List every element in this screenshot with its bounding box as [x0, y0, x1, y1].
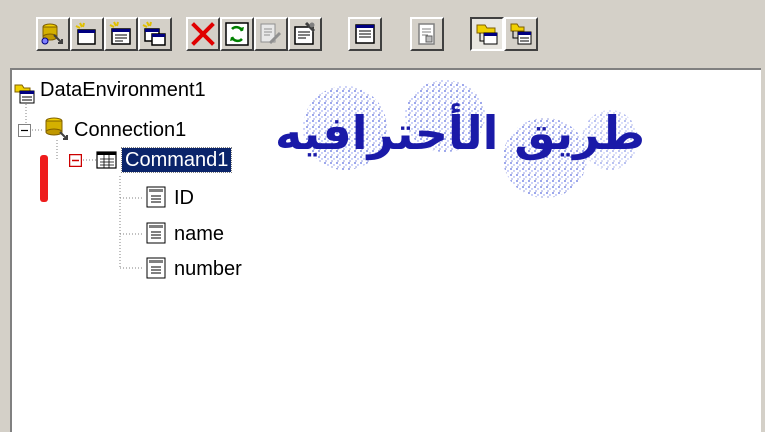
arabic-text: طريق الأحترافيه	[274, 106, 646, 160]
field-icon	[146, 186, 166, 213]
field-icon	[146, 257, 166, 284]
insert-stored-procedures-button[interactable]	[104, 17, 138, 51]
arrange-by-connections-button[interactable]	[410, 17, 444, 51]
properties-icon	[292, 21, 318, 47]
arrange-by-objects-button[interactable]	[470, 17, 504, 51]
add-command-icon	[74, 21, 100, 47]
view-code-icon	[352, 21, 378, 47]
arrange-by-connections-icon	[414, 21, 440, 47]
add-command-button[interactable]	[70, 17, 104, 51]
delete-icon	[190, 21, 216, 47]
add-connection-button[interactable]	[36, 17, 70, 51]
expand-icon	[508, 21, 534, 47]
refresh-button[interactable]	[220, 17, 254, 51]
collapse-toggle-connection[interactable]	[18, 124, 31, 142]
command-icon	[96, 150, 118, 175]
view-code-button[interactable]	[348, 17, 382, 51]
connection-icon	[44, 116, 70, 147]
field-icon	[146, 222, 166, 249]
add-connection-icon	[40, 21, 66, 47]
arrange-by-objects-icon	[474, 21, 500, 47]
properties-button[interactable]	[288, 17, 322, 51]
collapse-toggle-command[interactable]	[68, 153, 83, 172]
toolbar	[10, 0, 758, 68]
data-environment-icon	[14, 82, 36, 109]
red-marker	[40, 155, 48, 202]
tree-node-field-number[interactable]: number	[174, 257, 242, 281]
design-icon	[258, 21, 284, 47]
tree-node-data-environment[interactable]: DataEnvironment1	[40, 78, 206, 102]
tree-node-command[interactable]: Command1	[120, 147, 233, 173]
tree-node-connection[interactable]: Connection1	[74, 118, 186, 142]
tree-node-field-id[interactable]: ID	[174, 186, 194, 210]
add-child-command-button[interactable]	[138, 17, 172, 51]
tree-node-field-name[interactable]: name	[174, 222, 224, 246]
arabic-watermark: طريق الأحترافيه	[270, 78, 650, 198]
expand-button[interactable]	[504, 17, 538, 51]
design-button[interactable]	[254, 17, 288, 51]
refresh-icon	[224, 21, 250, 47]
delete-button[interactable]	[186, 17, 220, 51]
insert-stored-procedures-icon	[108, 21, 134, 47]
data-environment-window: DataEnvironment1 Connection1 Command1 ID…	[0, 0, 765, 432]
add-child-command-icon	[142, 21, 168, 47]
